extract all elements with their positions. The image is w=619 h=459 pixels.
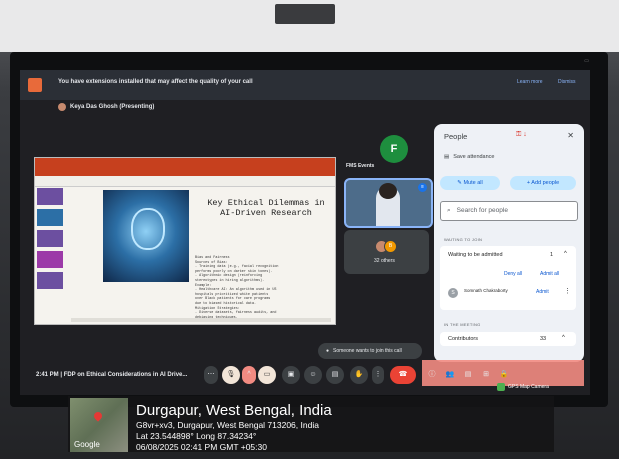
add-people-label: Add people: [531, 180, 560, 186]
in-meeting-header: IN THE MEETING: [444, 322, 481, 327]
others-tile[interactable]: B 32 others: [344, 230, 429, 274]
end-call-button[interactable]: ☎: [390, 366, 416, 384]
ai-face-image: [103, 190, 189, 282]
chevron-up-icon[interactable]: ^: [242, 366, 256, 384]
gps-camera-label: GPS Map Camera: [497, 383, 549, 391]
shared-slide: Key Ethical Dilemmas in AI-Driven Resear…: [34, 157, 336, 325]
close-icon[interactable]: ✕: [567, 131, 574, 140]
mic-button[interactable]: 🎙: [222, 366, 240, 384]
presenter-name: Keya Das Ghosh (Presenting): [70, 104, 155, 110]
slide-thumbnails: [37, 188, 67, 318]
others-count: 32 others: [374, 258, 395, 264]
banner-text: You have extensions installed that may a…: [58, 79, 253, 85]
waiting-section: Waiting to be admitted 1 ^ Deny all Admi…: [440, 246, 576, 310]
emoji-icon[interactable]: ☺: [304, 366, 322, 384]
search-icon: ⌕: [447, 207, 451, 214]
save-attendance-row[interactable]: ▤ Save attendance: [444, 154, 495, 160]
save-attendance-label: Save attendance: [453, 154, 495, 160]
people-icon[interactable]: 👥: [444, 366, 456, 384]
contributors-label: Contributors: [448, 336, 478, 342]
avatar: S: [448, 288, 458, 298]
info-icon[interactable]: ⓘ: [426, 366, 438, 384]
slide-thumbnail: [37, 230, 63, 247]
waiting-count: 1: [550, 252, 554, 258]
monitor-brand: ▭: [584, 58, 589, 64]
ai-head-graphic: [131, 208, 165, 250]
audio-indicator-icon: ≡: [418, 183, 427, 192]
location-city: Durgapur, West Bengal, India: [136, 402, 332, 419]
captions-icon[interactable]: ▤: [326, 366, 344, 384]
host-avatar[interactable]: F: [380, 135, 408, 163]
people-panel: People ⚿ ↓ ✕ ▤ Save attendance ✎ Mute al…: [434, 124, 584, 362]
learn-more-link[interactable]: Learn more: [517, 79, 543, 85]
panel-title: People: [444, 132, 468, 141]
lock-icon[interactable]: 🔒: [498, 366, 510, 384]
mute-all-label: Mute all: [463, 180, 483, 186]
slide-body: Bias and Fairness Sources of Bias: - Tra…: [195, 256, 329, 320]
location-coords: Lat 23.544898° Long 87.34234°: [136, 431, 257, 441]
chevron-up-icon[interactable]: ^: [562, 335, 565, 341]
admit-button[interactable]: Admit: [536, 289, 549, 295]
join-request-toast[interactable]: ● Someone wants to join this call: [318, 343, 422, 359]
toast-text: Someone wants to join this call: [333, 348, 402, 354]
waiting-header: WAITING TO JOIN: [444, 237, 483, 242]
waiting-title[interactable]: Waiting to be admitted: [448, 252, 503, 258]
location-address: G8vr+xv3, Durgapur, West Bengal 713206, …: [136, 420, 319, 430]
location-datetime: 06/08/2025 02:41 PM GMT +05:30: [136, 442, 267, 452]
present-icon[interactable]: ▣: [282, 366, 300, 384]
others-avatar: B: [384, 240, 397, 253]
slide-thumbnail: [37, 209, 63, 226]
extension-icon: [28, 78, 42, 92]
camera-button[interactable]: ▭: [258, 366, 276, 384]
extension-banner: You have extensions installed that may a…: [20, 70, 590, 100]
add-people-button[interactable]: + Add people: [510, 176, 576, 190]
mute-all-button[interactable]: ✎ Mute all: [440, 176, 500, 190]
more-options-icon[interactable]: ⋮: [372, 366, 384, 384]
slide-title: Key Ethical Dilemmas in AI-Driven Resear…: [207, 198, 325, 218]
presenter-avatar: [58, 103, 66, 111]
dismiss-link[interactable]: Dismiss: [558, 79, 576, 85]
more-icon[interactable]: ⋯: [204, 366, 218, 384]
admit-all-button[interactable]: Admit all: [540, 271, 559, 277]
map-thumbnail: Google: [70, 398, 128, 452]
save-icon: ▤: [444, 154, 450, 160]
chat-icon[interactable]: ▤: [462, 366, 474, 384]
ppt-ribbon: [35, 158, 335, 176]
search-placeholder: Search for people: [456, 207, 508, 214]
contributors-section[interactable]: Contributors 33 ^: [440, 332, 576, 346]
chevron-up-icon[interactable]: ^: [564, 251, 567, 257]
more-options-icon[interactable]: ⋮: [564, 287, 571, 295]
person-icon: ●: [326, 348, 330, 354]
presenter-label: Keya Das Ghosh (Presenting): [58, 103, 154, 111]
waiting-person-name: Somnath Chakraborty: [464, 288, 508, 293]
ppt-toolbar: [35, 176, 335, 187]
wall-fixture: [275, 4, 335, 24]
slide-thumbnail: [37, 272, 63, 289]
gps-camera-icon: [497, 383, 505, 391]
participant-video-tile[interactable]: ≡: [344, 178, 433, 228]
slide-thumbnail: [37, 188, 63, 205]
deny-all-button[interactable]: Deny all: [504, 271, 522, 277]
host-controls-icon[interactable]: ⚿ ↓: [516, 131, 527, 139]
meeting-time-title: 2:41 PM | FDP on Ethical Considerations …: [36, 372, 188, 378]
raise-hand-icon[interactable]: ✋: [350, 366, 368, 384]
map-brand: Google: [74, 440, 100, 449]
slide-thumbnail: [37, 251, 63, 268]
meet-screen: You have extensions installed that may a…: [20, 70, 590, 395]
host-label: FMS Events: [346, 163, 375, 169]
map-pin-icon: [92, 410, 104, 422]
gps-camera-text: GPS Map Camera: [508, 384, 549, 390]
ppt-statusbar: [71, 318, 331, 322]
participant-hair: [379, 183, 397, 199]
search-input[interactable]: ⌕ Search for people: [440, 201, 578, 221]
activities-icon[interactable]: ⊞: [480, 366, 492, 384]
contributors-count: 33: [540, 336, 547, 342]
